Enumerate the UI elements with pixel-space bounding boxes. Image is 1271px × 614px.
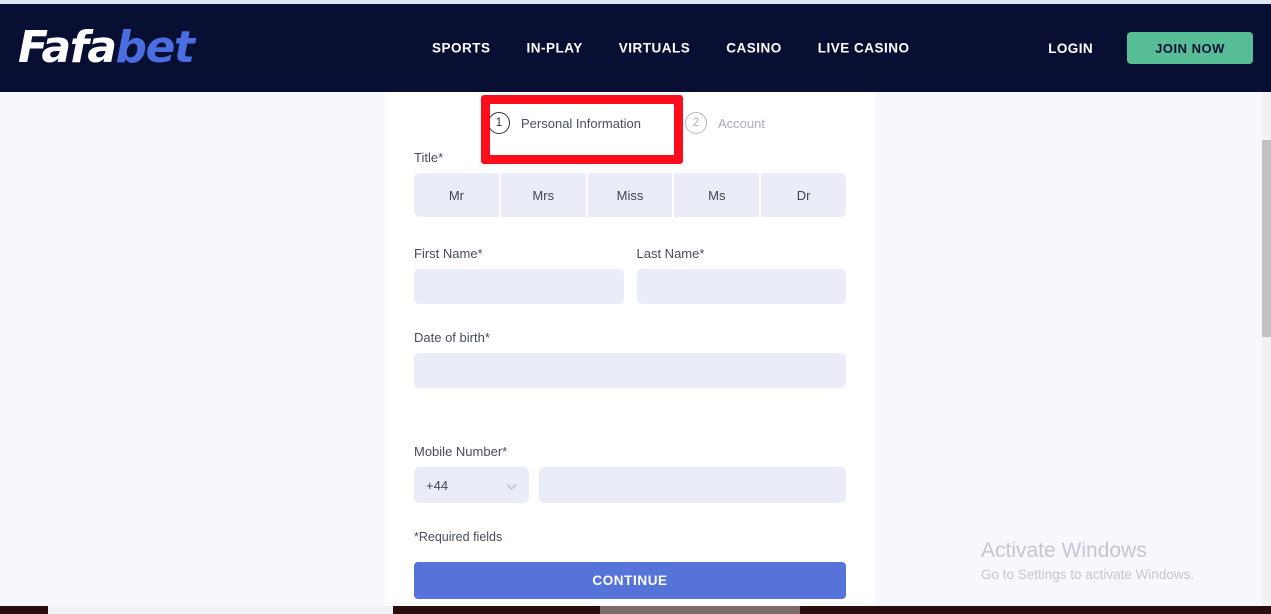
mobile-number-label: Mobile Number* <box>414 444 508 459</box>
horizontal-scrollbar[interactable] <box>0 606 1271 614</box>
horizontal-scrollbar-segment[interactable] <box>600 606 800 614</box>
watermark-subtitle: Go to Settings to activate Windows. <box>981 567 1195 583</box>
step-1-number: 1 <box>488 112 510 134</box>
date-of-birth-label: Date of birth* <box>414 330 490 345</box>
registration-form-card: 1 Personal Information 2 Account Title* … <box>385 92 875 606</box>
vertical-scrollbar[interactable] <box>1262 92 1271 606</box>
step-1-label: Personal Information <box>521 115 641 131</box>
title-option-ms[interactable]: Ms <box>674 173 760 217</box>
mobile-number-input[interactable] <box>539 467 846 503</box>
first-name-input[interactable] <box>414 269 624 304</box>
site-logo[interactable]: Fafabet <box>18 26 195 70</box>
title-option-miss[interactable]: Miss <box>587 173 673 217</box>
title-option-mrs[interactable]: Mrs <box>500 173 586 217</box>
country-code-value: +44 <box>426 477 449 493</box>
nav-item-sports[interactable]: SPORTS <box>432 41 491 56</box>
chevron-down-icon <box>506 480 517 491</box>
mobile-number-field-group: Mobile Number* +44 <box>414 444 846 503</box>
step-2-label: Account <box>717 115 765 131</box>
step-personal-information[interactable]: 1 Personal Information <box>488 112 641 134</box>
last-name-field-group: Last Name* <box>636 246 846 304</box>
title-label: Title* <box>414 150 444 165</box>
page-body: 1 Personal Information 2 Account Title* … <box>0 92 1262 606</box>
first-name-field-group: First Name* <box>414 246 624 304</box>
windows-activation-watermark: Activate Windows Go to Settings to activ… <box>981 538 1194 582</box>
horizontal-scrollbar-thumb[interactable] <box>48 606 393 614</box>
logo-text-secondary: bet <box>115 22 195 73</box>
join-now-button[interactable]: JOIN NOW <box>1127 32 1253 64</box>
step-2-number: 2 <box>684 112 707 134</box>
site-header: Fafabet SPORTS IN-PLAY VIRTUALS CASINO L… <box>0 4 1271 92</box>
nav-item-virtuals[interactable]: VIRTUALS <box>619 41 691 56</box>
logo-text-primary: Fafa <box>18 22 117 73</box>
step-indicator: 1 Personal Information 2 Account <box>488 112 765 134</box>
date-of-birth-field-group: Date of birth* <box>414 330 846 388</box>
first-name-label: First Name* <box>414 246 483 261</box>
nav-item-in-play[interactable]: IN-PLAY <box>527 41 583 56</box>
nav-item-casino[interactable]: CASINO <box>726 41 782 56</box>
title-option-mr[interactable]: Mr <box>414 173 499 217</box>
registration-form: Title* Mr Mrs Miss Ms Dr First Name* Las… <box>414 150 846 599</box>
last-name-input[interactable] <box>636 269 846 304</box>
header-actions: LOGIN JOIN NOW <box>1048 32 1253 64</box>
title-option-group: Mr Mrs Miss Ms Dr <box>414 173 846 217</box>
nav-item-live-casino[interactable]: LIVE CASINO <box>818 41 910 56</box>
date-of-birth-input[interactable] <box>414 353 846 388</box>
mobile-number-row: +44 <box>414 467 846 503</box>
country-code-select[interactable]: +44 <box>414 467 529 503</box>
vertical-scrollbar-thumb[interactable] <box>1262 140 1271 337</box>
watermark-title: Activate Windows <box>981 539 1147 562</box>
title-option-dr[interactable]: Dr <box>761 173 846 217</box>
login-link[interactable]: LOGIN <box>1048 41 1093 56</box>
continue-button[interactable]: CONTINUE <box>414 562 846 599</box>
name-row: First Name* Last Name* <box>414 246 846 304</box>
last-name-label: Last Name* <box>636 246 705 261</box>
main-navigation: SPORTS IN-PLAY VIRTUALS CASINO LIVE CASI… <box>432 41 910 56</box>
step-account[interactable]: 2 Account <box>684 112 765 134</box>
required-fields-note: *Required fields <box>414 530 503 544</box>
